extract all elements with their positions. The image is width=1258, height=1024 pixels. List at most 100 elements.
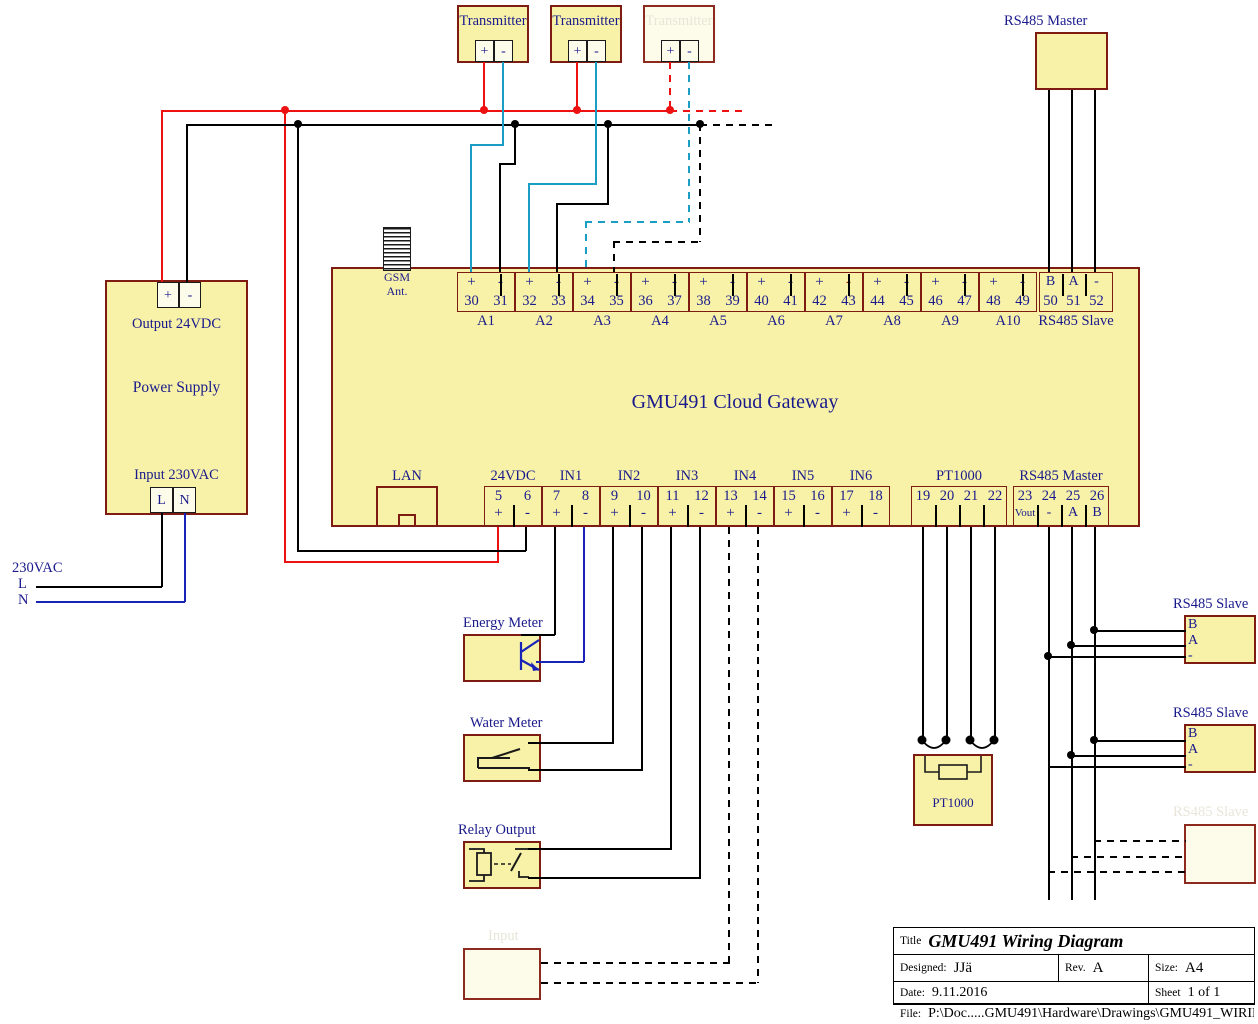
wire-a3-negative-v2 [613, 241, 615, 272]
junction-dot-red-4 [666, 106, 674, 114]
title-block-title-value: GMU491 Wiring Diagram [928, 930, 1124, 951]
terminal-number-17[interactable]: 17 [832, 488, 861, 505]
wire-24v-negative-terminal-6 [525, 527, 527, 551]
junction-dot-slave1-gnd [1044, 652, 1052, 660]
terminal-number-14[interactable]: 14 [745, 488, 774, 505]
gateway-title: GMU491 Cloud Gateway [631, 391, 839, 413]
terminal-number-20[interactable]: 20 [935, 488, 959, 505]
wire-rs485-bus-gnd-trunk [1048, 527, 1050, 900]
wire-in3-minus-v [699, 527, 701, 878]
terminal-number-15[interactable]: 15 [774, 488, 803, 505]
power-supply-output-plus[interactable]: + [157, 282, 179, 308]
terminal-number-49[interactable]: 49 [1008, 293, 1037, 310]
power-supply-output-minus[interactable]: - [179, 282, 201, 308]
terminal-number-31[interactable]: 31 [486, 293, 515, 310]
wire-transmitter-3-signal-v2 [585, 221, 587, 272]
terminal-number-19[interactable]: 19 [911, 488, 935, 505]
title-block-row-title: Title GMU491 Wiring Diagram [894, 928, 1254, 955]
bottom-group-label-in2: IN2 [617, 468, 641, 484]
junction-dot-slave1-a [1067, 641, 1075, 649]
rs485-master-device-block[interactable] [1035, 32, 1108, 90]
wire-transmitter-3-plus [669, 62, 671, 111]
transmitter-3-terminal-plus[interactable]: + [661, 40, 680, 62]
wire-transmitter-2-signal-v2 [528, 183, 530, 272]
terminal-number-6[interactable]: 6 [513, 488, 542, 505]
terminal-number-51[interactable]: 51 [1062, 293, 1085, 310]
terminal-number-34[interactable]: 34 [573, 293, 602, 310]
terminal-number-45[interactable]: 45 [892, 293, 921, 310]
terminal-number-25[interactable]: 25 [1061, 488, 1085, 505]
transmitter-3-terminal-minus[interactable]: - [680, 40, 699, 62]
terminal-signal-10: - [641, 505, 646, 521]
terminal-number-9[interactable]: 9 [600, 488, 629, 505]
terminal-number-30[interactable]: 30 [457, 293, 486, 310]
rs485-slave-1-signal-b: B [1188, 617, 1198, 632]
terminal-signal-24: - [1046, 505, 1052, 520]
terminal-number-40[interactable]: 40 [747, 293, 776, 310]
terminal-number-44[interactable]: 44 [863, 293, 892, 310]
transmitter-1-terminal-plus[interactable]: + [475, 40, 494, 62]
terminal-number-46[interactable]: 46 [921, 293, 950, 310]
terminal-number-32[interactable]: 32 [515, 293, 544, 310]
wire-ps-plus-to-bus [161, 110, 163, 282]
wire-in3-minus-h [528, 877, 701, 879]
terminal-number-24[interactable]: 24 [1037, 488, 1061, 505]
terminal-number-43[interactable]: 43 [834, 293, 863, 310]
wire-a2-negative-v2 [556, 203, 558, 272]
analog-group-label-a3: A3 [593, 313, 611, 329]
terminal-signal-14: - [757, 505, 762, 521]
terminal-polarity-48: + [989, 274, 998, 290]
analog-group-label-a7: A7 [825, 313, 843, 329]
terminal-number-13[interactable]: 13 [716, 488, 745, 505]
rs485-slave-signal-b: B [1045, 274, 1056, 289]
transmitter-2-terminal-minus[interactable]: - [587, 40, 606, 62]
terminal-number-22[interactable]: 22 [983, 488, 1007, 505]
terminal-number-11[interactable]: 11 [658, 488, 687, 505]
terminal-number-38[interactable]: 38 [689, 293, 718, 310]
terminal-number-35[interactable]: 35 [602, 293, 631, 310]
terminal-number-47[interactable]: 47 [950, 293, 979, 310]
title-block-cell-sheet: Sheet 1 of 1 [1149, 982, 1254, 1003]
terminal-number-48[interactable]: 48 [979, 293, 1008, 310]
wire-pt1000-22 [994, 527, 996, 739]
terminal-number-23[interactable]: 23 [1013, 488, 1037, 505]
input-device-block[interactable] [463, 948, 541, 1000]
terminal-signal-9: + [610, 505, 619, 521]
gsm-antenna-icon [383, 227, 411, 271]
rs485-slave-3-label: RS485 Slave [1173, 804, 1249, 820]
terminal-number-7[interactable]: 7 [542, 488, 571, 505]
terminal-number-33[interactable]: 33 [544, 293, 573, 310]
terminal-signal-12: - [699, 505, 704, 521]
transmitter-2-terminal-plus[interactable]: + [568, 40, 587, 62]
power-supply-input-label: Input 230VAC [134, 467, 219, 483]
terminal-number-37[interactable]: 37 [660, 293, 689, 310]
terminal-number-26[interactable]: 26 [1085, 488, 1109, 505]
bottom-group-label-rs485-master: RS485 Master [1019, 468, 1103, 484]
terminal-number-12[interactable]: 12 [687, 488, 716, 505]
power-supply-input-l[interactable]: L [150, 487, 173, 513]
terminal-number-42[interactable]: 42 [805, 293, 834, 310]
terminal-number-5[interactable]: 5 [484, 488, 513, 505]
terminal-number-16[interactable]: 16 [803, 488, 832, 505]
terminal-number-39[interactable]: 39 [718, 293, 747, 310]
terminal-divider-pt1000-3 [983, 505, 985, 527]
wire-transmitter-2-signal-h [528, 183, 597, 185]
terminal-number-21[interactable]: 21 [959, 488, 983, 505]
transmitter-1-terminal-minus[interactable]: - [494, 40, 513, 62]
terminal-number-36[interactable]: 36 [631, 293, 660, 310]
title-block-size-value: A4 [1185, 959, 1204, 976]
rs485-slave-3-block[interactable] [1184, 824, 1256, 884]
analog-group-label-a2: A2 [535, 313, 553, 329]
title-block-title-key: Title [900, 935, 922, 947]
gsm-antenna-label-line2: Ant. [386, 284, 408, 298]
wire-pt1000-20 [946, 527, 948, 739]
power-supply-input-n[interactable]: N [173, 487, 196, 513]
terminal-signal-18: - [873, 505, 878, 521]
terminal-number-52[interactable]: 52 [1085, 293, 1108, 310]
terminal-number-50[interactable]: 50 [1039, 293, 1062, 310]
terminal-number-10[interactable]: 10 [629, 488, 658, 505]
title-block-sheet-key: Sheet [1155, 986, 1181, 999]
terminal-number-41[interactable]: 41 [776, 293, 805, 310]
terminal-number-8[interactable]: 8 [571, 488, 600, 505]
terminal-number-18[interactable]: 18 [861, 488, 890, 505]
